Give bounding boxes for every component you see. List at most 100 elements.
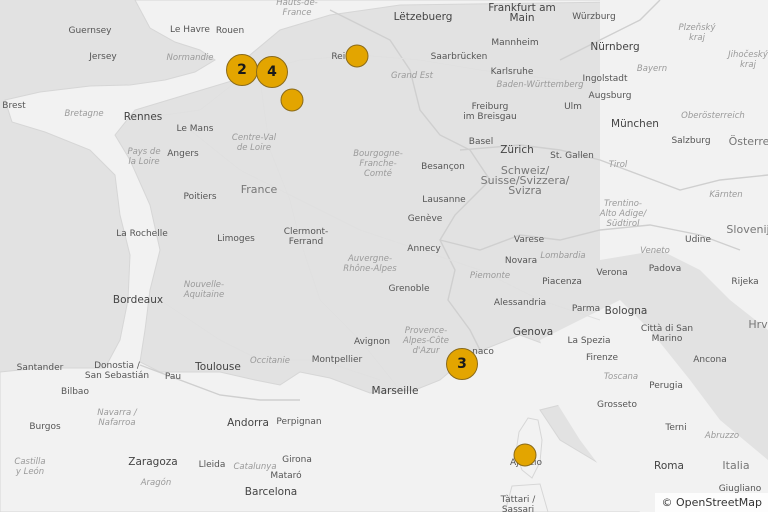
label-padova: Padova: [648, 264, 682, 274]
label-novara: Novara: [504, 256, 538, 266]
label-mannheim: Mannheim: [491, 38, 539, 48]
label-hauts-de-france: Hauts-de- France: [276, 0, 318, 18]
label-brest: Brest: [2, 101, 26, 111]
label-pays-de-la-loire: Pays de la Loire: [127, 147, 161, 167]
cluster-marker[interactable]: 4: [256, 56, 288, 88]
label-avignon: Avignon: [353, 337, 391, 347]
label-nouvelle-aquitaine: Nouvelle- Aquitaine: [183, 280, 225, 300]
label-guernsey: Guernsey: [68, 26, 112, 36]
label-st-gallen: St. Gallen: [550, 151, 594, 161]
label-bourgogne: Bourgogne- Franche- Comté: [353, 149, 403, 179]
label-grand-est: Grand Est: [391, 71, 433, 81]
label-marseille: Marseille: [371, 385, 419, 397]
label-zurich: Zürich: [500, 144, 534, 156]
label-grosseto: Grosseto: [597, 400, 637, 410]
label-andorra: Andorra: [227, 417, 269, 429]
label-karlsruhe: Karlsruhe: [490, 67, 534, 77]
label-angers: Angers: [167, 149, 199, 159]
label-clermont: Clermont- Ferrand: [283, 227, 329, 247]
location-marker[interactable]: [280, 88, 304, 112]
location-marker[interactable]: [513, 443, 537, 467]
label-terni: Terni: [665, 423, 687, 433]
cluster-marker[interactable]: 3: [446, 348, 478, 380]
label-burgos: Burgos: [29, 422, 61, 432]
label-mataro: Mataró: [270, 471, 302, 481]
label-normandie: Normandie: [166, 53, 214, 63]
label-trentino: Trentino- Alto Adige/ Südtirol: [599, 199, 647, 229]
label-le-havre: Le Havre: [170, 25, 210, 35]
label-rouen: Rouen: [215, 26, 245, 36]
label-italia: Italia: [722, 459, 750, 472]
label-hrv: Hrv: [748, 318, 768, 331]
label-roma: Roma: [654, 460, 684, 472]
label-zaragoza: Zaragoza: [128, 456, 178, 468]
label-piemonte: Piemonte: [469, 271, 511, 281]
label-occitanie: Occitanie: [250, 356, 290, 366]
label-parma: Parma: [571, 304, 601, 314]
label-genova: Genova: [512, 326, 554, 338]
label-udine: Udine: [684, 235, 712, 245]
label-schweiz: Schweiz/ Suisse/Svizzera/ Svizra: [480, 164, 570, 197]
attribution[interactable]: © OpenStreetMap: [655, 493, 768, 512]
label-tattari: Tàttari / Sassari: [500, 495, 536, 512]
label-tirol: Tirol: [608, 160, 628, 170]
label-toscana: Toscana: [603, 372, 639, 382]
label-montpellier: Montpellier: [311, 355, 363, 365]
label-citta-san-marino: Città di San Marino: [640, 324, 694, 344]
label-bayern: Bayern: [636, 64, 668, 74]
label-perpignan: Perpignan: [276, 417, 322, 427]
label-santander: Santander: [16, 363, 64, 373]
label-provence: Provence- Alpes-Côte d'Azur: [403, 326, 449, 356]
label-toulouse: Toulouse: [195, 361, 241, 373]
label-perugia: Perugia: [649, 381, 683, 391]
label-ancona: Ancona: [693, 355, 727, 365]
label-poitiers: Poitiers: [183, 192, 217, 202]
label-lleida: Lleida: [198, 460, 226, 470]
label-freiburg: Freiburg im Breisgau: [463, 102, 517, 122]
label-la-spezia: La Spezia: [567, 336, 611, 346]
label-centre: Centre-Val de Loire: [231, 133, 277, 153]
label-jersey: Jersey: [89, 52, 117, 62]
cluster-marker[interactable]: 2: [226, 54, 258, 86]
label-kamten: Kärnten: [709, 190, 743, 200]
label-pau: Pau: [164, 372, 182, 382]
label-varese: Varese: [513, 235, 545, 245]
label-bilbao: Bilbao: [61, 387, 89, 397]
label-le-mans: Le Mans: [176, 124, 214, 134]
label-barcelona: Barcelona: [244, 486, 298, 498]
label-verona: Verona: [596, 268, 628, 278]
label-navarra: Navarra / Nafarroa: [97, 408, 137, 428]
label-rennes: Rennes: [123, 111, 163, 123]
label-augsburg: Augsburg: [588, 91, 632, 101]
label-slovenij: Slovenij: [726, 223, 768, 236]
label-plzensky: Plzeňský kraj: [678, 23, 716, 43]
label-oberosterreich: Oberösterreich: [681, 111, 745, 121]
label-besancon: Besançon: [421, 162, 465, 172]
map-view[interactable]: Guernsey Jersey Le Havre Rouen Normandie…: [0, 0, 768, 512]
label-aragon: Aragón: [140, 478, 172, 488]
label-nurnberg: Nürnberg: [590, 41, 640, 53]
label-baden: Baden-Württemberg: [496, 80, 584, 90]
label-castilla: Castilla y León: [14, 457, 46, 477]
label-donostia: Donostia / San Sebastián: [84, 361, 150, 381]
label-limoges: Limoges: [217, 234, 255, 244]
label-ulm: Ulm: [564, 102, 582, 112]
label-grenoble: Grenoble: [388, 284, 430, 294]
label-geneve: Genève: [407, 214, 443, 224]
label-auvergne: Auvergne- Rhône-Alpes: [343, 254, 397, 274]
label-firenze: Firenze: [585, 353, 619, 363]
label-bologna: Bologna: [604, 305, 648, 317]
label-wurzburg: Würzburg: [572, 12, 616, 22]
label-alessandria: Alessandria: [493, 298, 547, 308]
label-basel: Basel: [468, 137, 494, 147]
label-la-rochelle: La Rochelle: [116, 229, 168, 239]
label-veneto: Veneto: [640, 246, 670, 256]
label-rijeka: Rijeka: [731, 277, 759, 287]
location-marker[interactable]: [345, 44, 369, 68]
label-france: France: [240, 183, 278, 196]
label-letzebuerg: Lëtzebuerg: [393, 11, 453, 23]
label-piacenza: Piacenza: [542, 277, 582, 287]
label-bretagne: Bretagne: [64, 109, 104, 119]
label-munchen: München: [611, 118, 659, 130]
label-annecy: Annecy: [407, 244, 441, 254]
